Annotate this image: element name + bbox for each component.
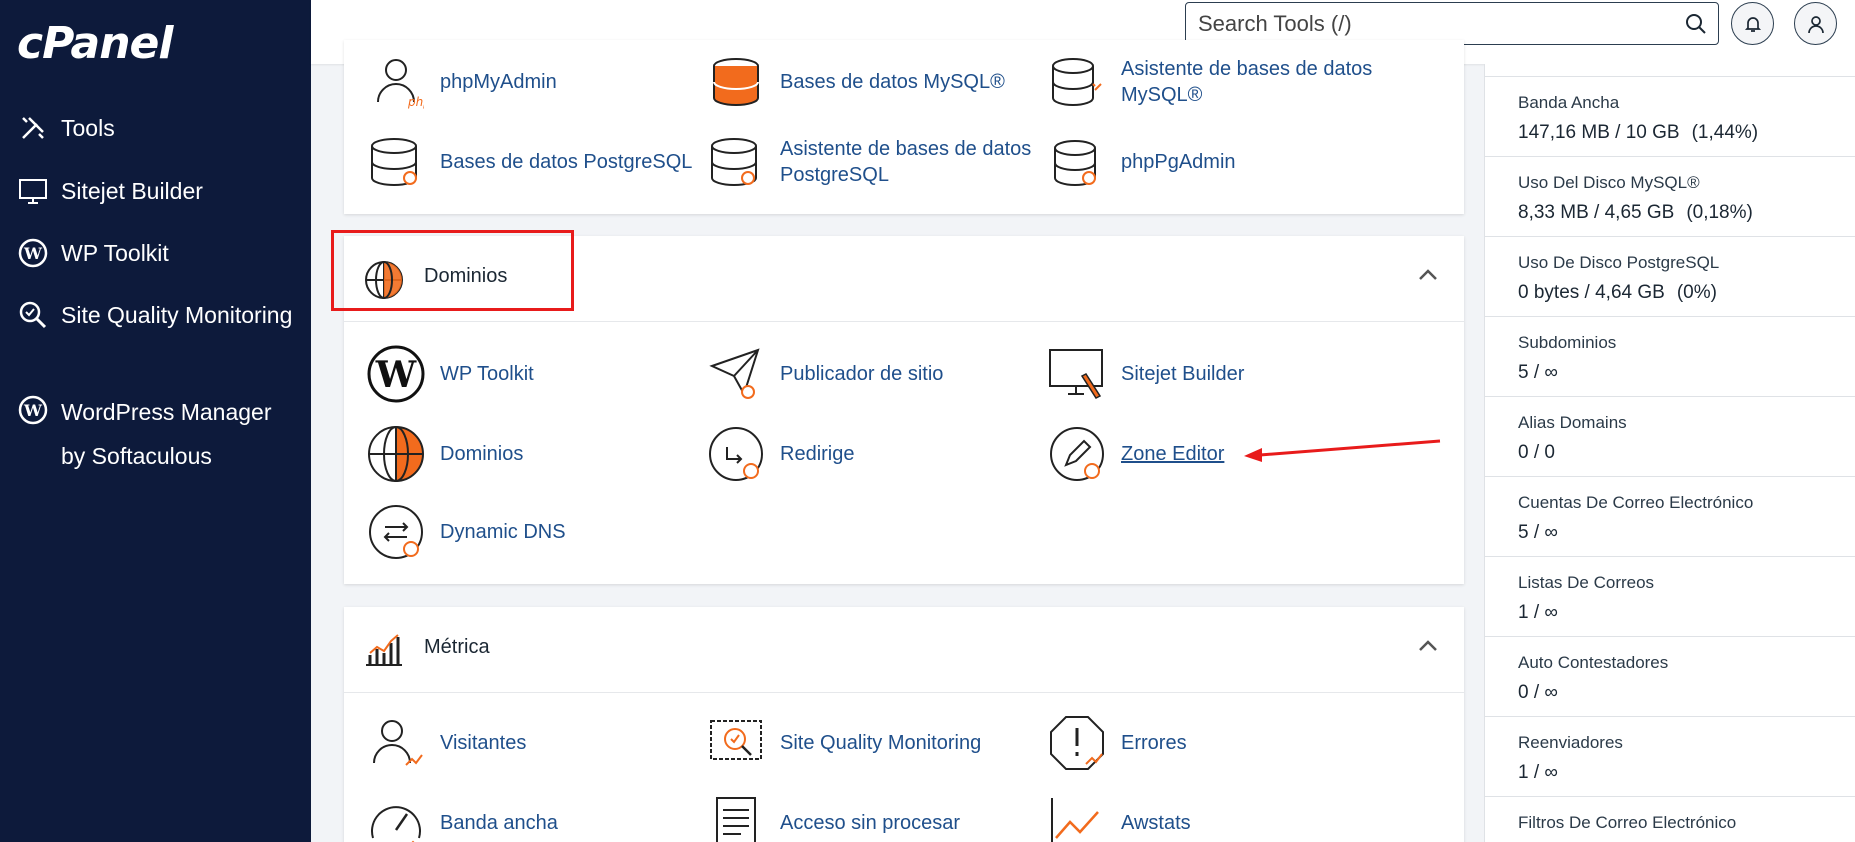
redirect-icon (706, 422, 766, 486)
sidebar-item-label: WordPress Manager by Softaculous (61, 399, 272, 469)
site-quality-icon (706, 711, 766, 775)
sidebar-item-site-quality[interactable]: Site Quality Monitoring (17, 295, 307, 335)
tool-dynamic-dns[interactable]: Dynamic DNS (366, 500, 566, 564)
stat-item: Uso Del Disco MySQL® 8,33 MB / 4,65 GB (0… (1485, 156, 1855, 236)
chevron-up-icon[interactable] (1418, 639, 1438, 658)
tool-zone-editor[interactable]: Zone Editor (1047, 422, 1224, 486)
mysql-wizard-icon (1047, 50, 1107, 114)
stat-item: Uso De Disco PostgreSQL 0 bytes / 4,64 G… (1485, 236, 1855, 316)
databases-panel: php phpMyAdmin Bases de datos MySQL® Asi… (344, 40, 1464, 214)
wordpress-icon: W (17, 233, 49, 273)
stat-item: Banda Ancha 147,16 MB / 10 GB (1,44%) (1485, 76, 1855, 156)
tool-postgresql-wizard[interactable]: Asistente de bases de datos PostgreSQL (706, 130, 1050, 194)
tool-phppgadmin[interactable]: phpPgAdmin (1047, 130, 1236, 194)
stat-item: Reenviadores 1 / ∞ (1485, 716, 1855, 796)
sidebar-item-label: Tools (61, 115, 115, 141)
stat-item: Auto Contestadores 0 / ∞ (1485, 636, 1855, 716)
mysql-database-icon (706, 50, 766, 114)
sidebar: cPanel Tools Sitejet Builder W WP Toolki… (0, 0, 311, 842)
tool-site-quality-monitoring[interactable]: Site Quality Monitoring (706, 711, 981, 775)
stat-item: Alias Domains 0 / 0 (1485, 396, 1855, 476)
sitejet-icon (1047, 342, 1107, 406)
metrics-panel-header[interactable]: Métrica (344, 607, 1464, 693)
phpmyadmin-icon: php (366, 50, 426, 114)
notifications-button[interactable] (1731, 2, 1774, 45)
stat-item: Listas De Correos 1 / ∞ (1485, 556, 1855, 636)
tool-redirects[interactable]: Redirige (706, 422, 854, 486)
sidebar-item-tools[interactable]: Tools (17, 108, 326, 148)
paper-plane-icon (706, 342, 766, 406)
site-quality-icon (17, 295, 49, 335)
sidebar-item-label: Site Quality Monitoring (61, 302, 293, 328)
arrow-annotation (1244, 439, 1441, 462)
gauge-icon (366, 791, 426, 842)
tool-sitejet-builder[interactable]: Sitejet Builder (1047, 342, 1244, 406)
metrics-panel: Métrica Visitantes Site Quality Monitori… (344, 607, 1464, 842)
stat-item: Filtros De Correo Electrónico (1485, 796, 1855, 842)
cpanel-logo[interactable]: cPanel (17, 18, 173, 69)
panel-title: Métrica (424, 636, 490, 658)
user-menu-button[interactable] (1794, 2, 1837, 45)
phppgadmin-icon (1047, 130, 1107, 194)
tool-bandwidth[interactable]: Banda ancha (366, 791, 558, 842)
stats-panel: Banda Ancha 147,16 MB / 10 GB (1,44%) Uso… (1484, 64, 1855, 842)
tool-phpmyadmin[interactable]: php phpMyAdmin (366, 50, 557, 114)
tool-mysql-databases[interactable]: Bases de datos MySQL® (706, 50, 1005, 114)
stat-item: Subdominios 5 / ∞ (1485, 316, 1855, 396)
svg-text:W: W (375, 354, 417, 396)
tool-wp-toolkit[interactable]: W WP Toolkit (366, 342, 534, 406)
postgresql-database-icon (366, 130, 426, 194)
tool-visitors[interactable]: Visitantes (366, 711, 526, 775)
tool-domains[interactable]: Dominios (366, 422, 523, 486)
sidebar-item-label: Sitejet Builder (61, 178, 203, 204)
chart-icon (364, 633, 404, 672)
svg-text:php: php (407, 95, 424, 109)
sidebar-item-sitejet[interactable]: Sitejet Builder (17, 171, 326, 211)
chevron-up-icon[interactable] (1418, 268, 1438, 287)
postgresql-wizard-icon (706, 130, 766, 194)
search-box[interactable] (1185, 2, 1719, 45)
bell-icon (1744, 16, 1761, 32)
svg-text:W: W (23, 401, 43, 420)
sidebar-item-wp-toolkit[interactable]: W WP Toolkit (17, 233, 326, 273)
sidebar-item-label: WP Toolkit (61, 240, 169, 266)
sidebar-item-wordpress-manager[interactable]: W WordPress Manager by Softaculous (17, 390, 307, 478)
document-icon (706, 791, 766, 842)
user-icon (1807, 15, 1824, 33)
svg-text:W: W (23, 244, 43, 263)
tool-postgresql-databases[interactable]: Bases de datos PostgreSQL (366, 130, 692, 194)
search-input[interactable] (1186, 10, 1656, 37)
visitors-icon (366, 711, 426, 775)
dynamic-dns-icon (366, 500, 426, 564)
wordpress-icon: W (17, 390, 49, 430)
tool-mysql-wizard[interactable]: Asistente de bases de datos MySQL® (1047, 50, 1401, 114)
tool-raw-access[interactable]: Acceso sin procesar (706, 791, 960, 842)
awstats-icon (1047, 791, 1107, 842)
search-icon[interactable] (1684, 12, 1708, 41)
highlight-box (331, 230, 574, 311)
globe-icon (366, 422, 426, 486)
wordpress-icon: W (366, 342, 426, 406)
sitejet-icon (17, 171, 49, 211)
tools-icon (17, 108, 49, 148)
tool-errors[interactable]: Errores (1047, 711, 1187, 775)
error-icon (1047, 711, 1107, 775)
stat-item: Cuentas De Correo Electrónico 5 / ∞ (1485, 476, 1855, 556)
tool-site-publisher[interactable]: Publicador de sitio (706, 342, 943, 406)
tool-awstats[interactable]: Awstats (1047, 791, 1191, 842)
zone-editor-icon (1047, 422, 1107, 486)
